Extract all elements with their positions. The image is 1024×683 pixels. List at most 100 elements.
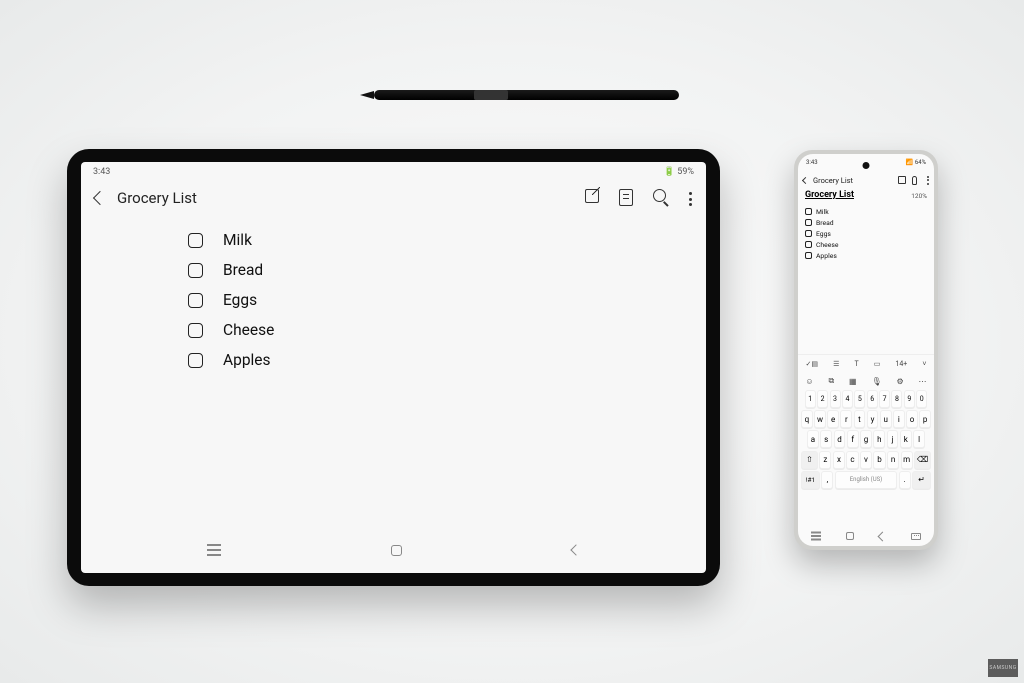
key-i[interactable]: i	[893, 410, 905, 428]
key-l[interactable]: l	[913, 430, 925, 448]
checkbox[interactable]	[188, 353, 203, 368]
key-v[interactable]: v	[860, 451, 872, 469]
checkbox[interactable]	[805, 230, 812, 237]
item-label[interactable]: Milk	[223, 231, 252, 249]
tablet-status-battery: 🔋 59%	[664, 167, 694, 177]
period-key[interactable]: .	[899, 471, 911, 489]
key-o[interactable]: o	[906, 410, 918, 428]
shift-key[interactable]: ⇧	[801, 451, 818, 469]
item-label[interactable]: Bread	[223, 261, 263, 279]
key-8[interactable]: 8	[891, 390, 902, 408]
checkbox[interactable]	[188, 233, 203, 248]
page-icon	[619, 189, 633, 206]
clipboard-icon[interactable]: ⧉	[828, 376, 834, 386]
item-label[interactable]: Cheese	[223, 321, 274, 339]
key-5[interactable]: 5	[854, 390, 865, 408]
key-2[interactable]: 2	[817, 390, 828, 408]
item-label[interactable]: Apples	[223, 351, 271, 369]
key-f[interactable]: f	[847, 430, 859, 448]
key-z[interactable]: z	[819, 451, 831, 469]
key-7[interactable]: 7	[879, 390, 890, 408]
space-key[interactable]: English (US)	[835, 471, 897, 489]
key-m[interactable]: m	[901, 451, 913, 469]
home-icon[interactable]	[846, 532, 854, 540]
enter-key[interactable]: ↵	[912, 471, 931, 489]
tablet-device: 3:43 🔋 59% Grocery List Milk Bread Eggs …	[67, 149, 720, 586]
more-icon[interactable]	[689, 192, 692, 206]
key-k[interactable]: k	[900, 430, 912, 448]
item-label[interactable]: Cheese	[816, 241, 839, 249]
checkbox[interactable]	[805, 208, 812, 215]
more-tools-icon[interactable]: ⋯	[919, 377, 927, 386]
home-icon[interactable]	[391, 545, 402, 556]
key-s[interactable]: s	[820, 430, 832, 448]
key-h[interactable]: h	[873, 430, 885, 448]
key-6[interactable]: 6	[867, 390, 878, 408]
item-label[interactable]: Eggs	[816, 230, 831, 238]
pages-button[interactable]	[619, 189, 637, 207]
attach-icon	[912, 176, 917, 185]
back-icon[interactable]	[93, 191, 107, 205]
checkbox[interactable]	[188, 323, 203, 338]
checkbox[interactable]	[188, 263, 203, 278]
key-t[interactable]: t	[854, 410, 866, 428]
more-icon[interactable]	[927, 176, 929, 185]
font-size-tool[interactable]: 14+	[895, 360, 907, 368]
key-x[interactable]: x	[833, 451, 845, 469]
block-tool-icon[interactable]: ▭	[874, 360, 881, 368]
phone-header-title[interactable]: Grocery List	[813, 176, 893, 185]
edit-button[interactable]	[585, 189, 603, 207]
list-tool-icon[interactable]: ☰	[833, 360, 839, 368]
voice-input-icon[interactable]: 🎙	[871, 377, 881, 386]
checklist-tool-icon[interactable]: ✓▤	[806, 360, 818, 368]
checkbox[interactable]	[805, 241, 812, 248]
item-label[interactable]: Bread	[816, 219, 834, 227]
key-p[interactable]: p	[919, 410, 931, 428]
item-label[interactable]: Eggs	[223, 291, 257, 309]
search-button[interactable]	[653, 189, 671, 207]
recents-icon[interactable]	[207, 549, 221, 551]
checkbox[interactable]	[805, 219, 812, 226]
key-1[interactable]: 1	[805, 390, 816, 408]
key-j[interactable]: j	[887, 430, 899, 448]
key-c[interactable]: c	[846, 451, 858, 469]
key-g[interactable]: g	[860, 430, 872, 448]
edit-button[interactable]	[898, 176, 907, 185]
phone-note-title[interactable]: Grocery List	[805, 190, 854, 200]
modes-icon[interactable]: ▦	[849, 377, 857, 386]
emoji-icon[interactable]: ☺	[805, 377, 813, 386]
attach-button[interactable]	[912, 176, 921, 185]
item-label[interactable]: Apples	[816, 252, 837, 260]
checkbox[interactable]	[188, 293, 203, 308]
settings-icon[interactable]: ⚙	[896, 377, 903, 386]
checkbox[interactable]	[805, 252, 812, 259]
backspace-key[interactable]: ⌫	[914, 451, 931, 469]
key-e[interactable]: e	[827, 410, 839, 428]
key-q[interactable]: q	[801, 410, 813, 428]
key-r[interactable]: r	[840, 410, 852, 428]
symbols-key[interactable]: !#1	[801, 471, 820, 489]
key-n[interactable]: n	[887, 451, 899, 469]
key-4[interactable]: 4	[842, 390, 853, 408]
back-nav-icon[interactable]	[878, 531, 888, 541]
recents-icon[interactable]	[811, 535, 821, 536]
back-icon[interactable]	[802, 176, 809, 183]
key-y[interactable]: y	[867, 410, 879, 428]
back-nav-icon[interactable]	[570, 544, 581, 555]
key-b[interactable]: b	[873, 451, 885, 469]
expand-tool-icon[interactable]: ˅	[922, 360, 926, 368]
key-a[interactable]: a	[807, 430, 819, 448]
tablet-note-title[interactable]: Grocery List	[117, 189, 569, 207]
key-u[interactable]: u	[880, 410, 892, 428]
edit-icon	[898, 176, 906, 184]
list-item: Milk	[188, 226, 274, 254]
key-9[interactable]: 9	[904, 390, 915, 408]
key-w[interactable]: w	[814, 410, 826, 428]
key-d[interactable]: d	[834, 430, 846, 448]
text-style-tool-icon[interactable]: T	[854, 360, 858, 368]
item-label[interactable]: Milk	[816, 208, 829, 216]
hide-keyboard-icon[interactable]	[911, 533, 921, 540]
key-0[interactable]: 0	[916, 390, 927, 408]
comma-key[interactable]: ,	[821, 471, 833, 489]
key-3[interactable]: 3	[830, 390, 841, 408]
